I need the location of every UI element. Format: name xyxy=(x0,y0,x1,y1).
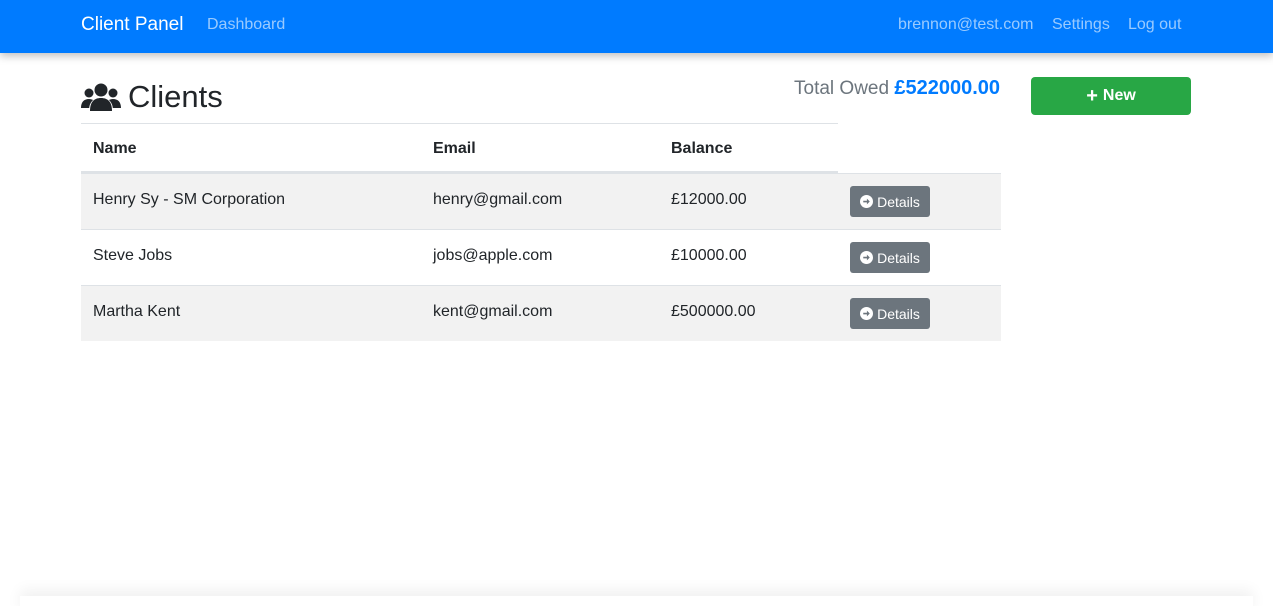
nav-dashboard-link[interactable]: Dashboard xyxy=(207,16,285,34)
details-button-label: Details xyxy=(877,193,920,210)
total-owed: Total Owed £522000.00 xyxy=(794,77,1000,100)
footer-shadow xyxy=(20,596,1253,606)
new-button-label: New xyxy=(1102,87,1136,104)
client-name: Steve Jobs xyxy=(93,247,173,264)
client-balance: £500000.00 xyxy=(671,303,756,320)
details-button[interactable]: Details xyxy=(850,186,930,217)
table-row: Steve Jobs jobs@apple.com £10000.00 Deta… xyxy=(81,229,1001,285)
total-owed-label: Total Owed xyxy=(794,78,890,99)
client-email: kent@gmail.com xyxy=(433,303,553,320)
details-button[interactable]: Details xyxy=(850,242,930,273)
client-name: Martha Kent xyxy=(93,303,181,320)
brand-link[interactable]: Client Panel xyxy=(81,14,183,36)
client-email: jobs@apple.com xyxy=(433,247,553,264)
client-name: Henry Sy - SM Corporation xyxy=(93,191,286,208)
plus-icon: + xyxy=(1086,85,1098,107)
navbar: Client Panel Dashboard brennon@test.com … xyxy=(0,0,1273,53)
details-button[interactable]: Details xyxy=(850,298,930,329)
column-header-name: Name xyxy=(93,140,137,157)
table-header: Name Email Balance xyxy=(81,123,838,173)
new-client-button[interactable]: + New xyxy=(1031,77,1191,115)
nav-user-email-link[interactable]: brennon@test.com xyxy=(898,16,1033,34)
nav-logout-link[interactable]: Log out xyxy=(1128,16,1181,34)
arrow-circle-right-icon xyxy=(860,251,874,264)
nav-settings-link[interactable]: Settings xyxy=(1052,16,1110,34)
table-row: Henry Sy - SM Corporation henry@gmail.co… xyxy=(81,173,1001,229)
table-row: Martha Kent kent@gmail.com £500000.00 De… xyxy=(81,285,1001,341)
arrow-circle-right-icon xyxy=(860,307,874,320)
arrow-circle-right-icon xyxy=(860,195,874,208)
users-icon xyxy=(81,83,121,111)
details-button-label: Details xyxy=(877,305,920,322)
client-email: henry@gmail.com xyxy=(433,191,563,208)
details-button-label: Details xyxy=(877,249,920,266)
page-title-text: Clients xyxy=(128,79,223,114)
column-header-email: Email xyxy=(433,140,476,157)
total-owed-amount: £522000.00 xyxy=(894,77,1000,99)
column-header-balance: Balance xyxy=(671,140,733,157)
client-balance: £10000.00 xyxy=(671,247,747,264)
page-title: Clients xyxy=(81,79,223,115)
client-balance: £12000.00 xyxy=(671,191,747,208)
clients-table: Name Email Balance Henry Sy - SM Corpora… xyxy=(81,123,1001,341)
